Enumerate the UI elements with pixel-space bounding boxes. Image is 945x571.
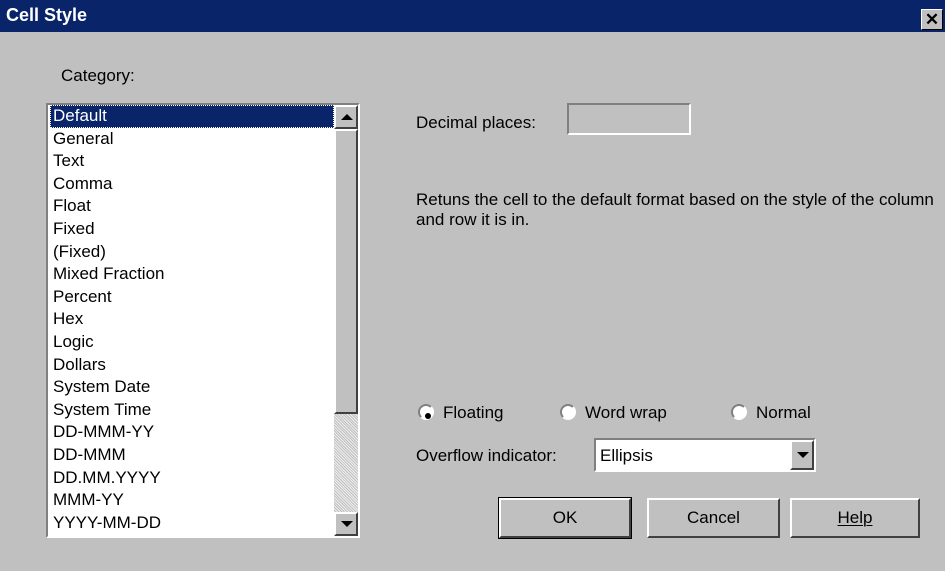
vertical-scrollbar[interactable] (334, 105, 358, 536)
overflow-indicator-label: Overflow indicator: (416, 446, 557, 465)
list-item[interactable]: DD.MM.YYYY (50, 467, 334, 490)
cancel-button[interactable]: Cancel (647, 498, 780, 538)
arrow-down-icon (341, 521, 353, 527)
help-button[interactable]: Help (790, 498, 920, 538)
close-button[interactable]: ✕ (921, 9, 943, 30)
scroll-down-button[interactable] (334, 512, 358, 536)
list-item[interactable]: Percent (50, 286, 334, 309)
list-item[interactable]: YYYY-MM-DD (50, 512, 334, 535)
list-item[interactable]: Dollars (50, 354, 334, 377)
list-item[interactable]: DD-MMM (50, 444, 334, 467)
list-item[interactable]: (Fixed) (50, 241, 334, 264)
category-listbox[interactable]: Default General Text Comma Float Fixed (Fixed)… (46, 103, 360, 538)
list-item[interactable]: System Time (50, 399, 334, 422)
dropdown-button[interactable] (790, 440, 814, 470)
radio-word-wrap-label: Word wrap (585, 403, 667, 422)
list-item[interactable]: Comma (50, 173, 334, 196)
overflow-indicator-value: Ellipsis (600, 446, 653, 465)
category-list-items: Default General Text Comma Float Fixed (Fixed)… (50, 105, 334, 534)
radio-dot (425, 413, 431, 419)
list-item[interactable]: Text (50, 150, 334, 173)
arrow-up-icon (341, 114, 353, 120)
list-item[interactable]: MMM-YY (50, 489, 334, 512)
ok-button[interactable]: OK (498, 497, 632, 539)
list-item[interactable]: Float (50, 195, 334, 218)
list-item[interactable]: System Date (50, 376, 334, 399)
decimal-places-input[interactable] (567, 103, 691, 135)
chevron-down-icon (797, 452, 809, 458)
help-label: Help (837, 508, 873, 527)
list-item[interactable]: Mixed Fraction (50, 263, 334, 286)
list-item[interactable]: Default (50, 105, 334, 128)
category-label: Category: (61, 66, 135, 85)
format-description: Retuns the cell to the default format ba… (416, 190, 934, 229)
scroll-thumb[interactable] (334, 129, 358, 414)
list-item[interactable]: Logic (50, 331, 334, 354)
window-title: Cell Style (6, 5, 88, 25)
decimal-places-label: Decimal places: (416, 113, 536, 132)
overflow-indicator-select[interactable]: Ellipsis (594, 438, 816, 472)
list-item[interactable]: General (50, 128, 334, 151)
title-bar: Cell Style ✕ (0, 0, 945, 32)
close-icon: ✕ (924, 10, 940, 29)
list-item[interactable]: DD-MMM-YY (50, 421, 334, 444)
radio-floating-label: Floating (443, 403, 504, 422)
scroll-up-button[interactable] (334, 105, 358, 129)
list-item[interactable]: Hex (50, 308, 334, 331)
list-item[interactable]: Fixed (50, 218, 334, 241)
radio-normal-label: Normal (756, 403, 811, 422)
